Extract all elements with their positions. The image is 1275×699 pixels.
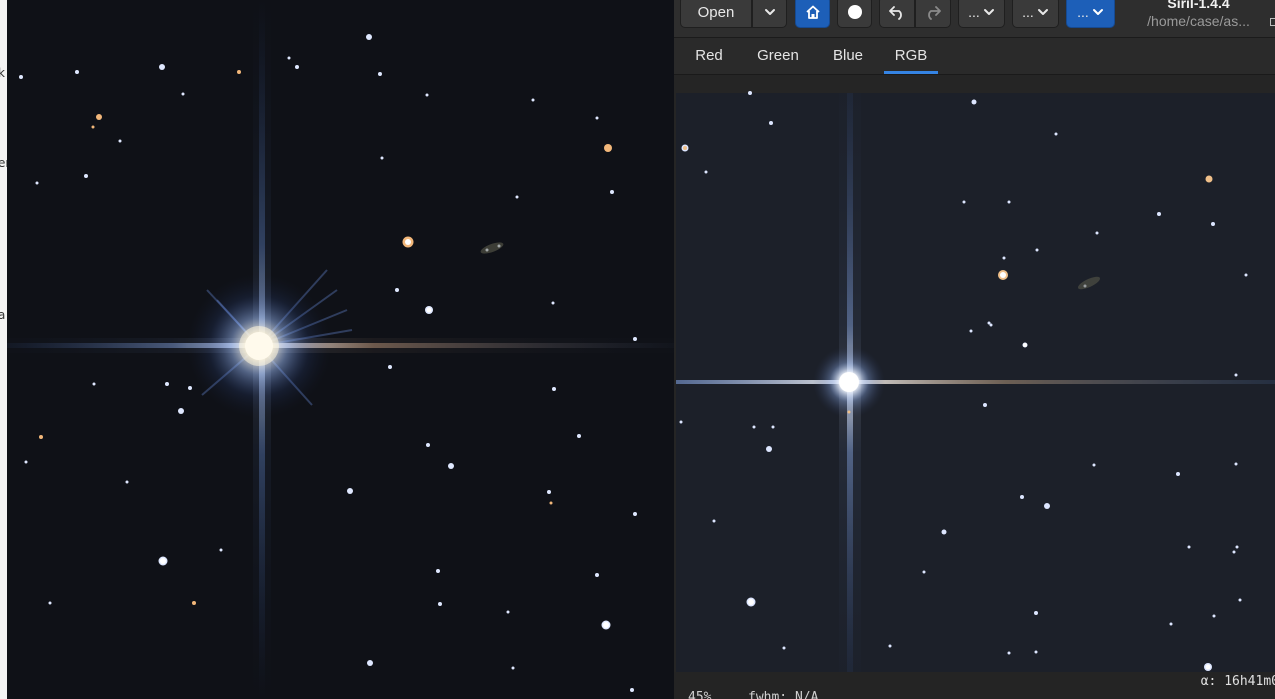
- zoomed-star-image: [7, 0, 674, 699]
- processing-menu-label: ...: [968, 4, 980, 20]
- scripts-menu-button[interactable]: ...: [1066, 0, 1115, 28]
- undo-button[interactable]: [879, 0, 915, 28]
- scripts-menu-label: ...: [1077, 4, 1089, 20]
- open-button[interactable]: Open: [680, 0, 752, 28]
- undo-icon: [889, 6, 902, 20]
- home-icon: [805, 5, 820, 19]
- tools-menu-label: ...: [1022, 4, 1034, 20]
- tab-green-label: Green: [757, 47, 799, 64]
- background-text-fragment: k: [0, 66, 5, 80]
- tab-red-label: Red: [695, 47, 723, 64]
- redo-button[interactable]: [915, 0, 951, 28]
- tab-rgb-label: RGB: [894, 47, 928, 64]
- processing-menu-button[interactable]: ...: [958, 0, 1005, 28]
- rgb-star-image: [674, 75, 1275, 675]
- open-recent-dropdown-button[interactable]: [752, 0, 787, 28]
- tab-blue-label: Blue: [832, 47, 864, 64]
- tab-red[interactable]: Red: [686, 38, 732, 74]
- tab-rgb[interactable]: RGB: [884, 38, 938, 74]
- background-text-fragment: a: [0, 308, 6, 322]
- chevron-down-icon: [1037, 9, 1048, 15]
- window-subtitle: /home/case/as...: [1147, 13, 1250, 29]
- redo-icon: [928, 6, 941, 20]
- tools-menu-button[interactable]: ...: [1012, 0, 1059, 28]
- background-window-edge: k er a: [0, 0, 7, 699]
- tab-green[interactable]: Green: [749, 38, 807, 74]
- maximize-icon[interactable]: [1270, 18, 1275, 26]
- background-text-fragment: er: [0, 156, 7, 170]
- zoom-readout: 45%: [688, 690, 712, 699]
- window-title-block: Siril-1.4.4 /home/case/as...: [1126, 0, 1271, 30]
- chevron-down-icon: [1092, 9, 1103, 15]
- record-button[interactable]: [837, 0, 872, 28]
- tab-blue[interactable]: Blue: [824, 38, 872, 74]
- channel-tab-bar: Red Green Blue RGB: [674, 38, 1275, 75]
- open-button-label: Open: [697, 3, 735, 21]
- chevron-down-icon: [764, 9, 775, 15]
- chevron-down-icon: [983, 9, 994, 15]
- image-canvas[interactable]: [674, 75, 1275, 675]
- coordinate-readout: α: 16h41m0: [1200, 674, 1275, 689]
- status-bar: α: 16h41m0 45% fwhm: N/A: [674, 672, 1275, 699]
- home-button[interactable]: [795, 0, 830, 28]
- fwhm-readout: fwhm: N/A: [748, 690, 819, 699]
- circle-icon: [847, 5, 862, 19]
- header-bar: Open ... ... ... Siril-1.4.4 /home/case/…: [674, 0, 1275, 38]
- desktop: k er a: [0, 0, 1275, 699]
- window-title: Siril-1.4.4: [1167, 0, 1230, 11]
- siril-window: Open ... ... ... Siril-1.4.4 /home/case/…: [674, 0, 1275, 699]
- zoomed-image-viewer[interactable]: [7, 0, 674, 699]
